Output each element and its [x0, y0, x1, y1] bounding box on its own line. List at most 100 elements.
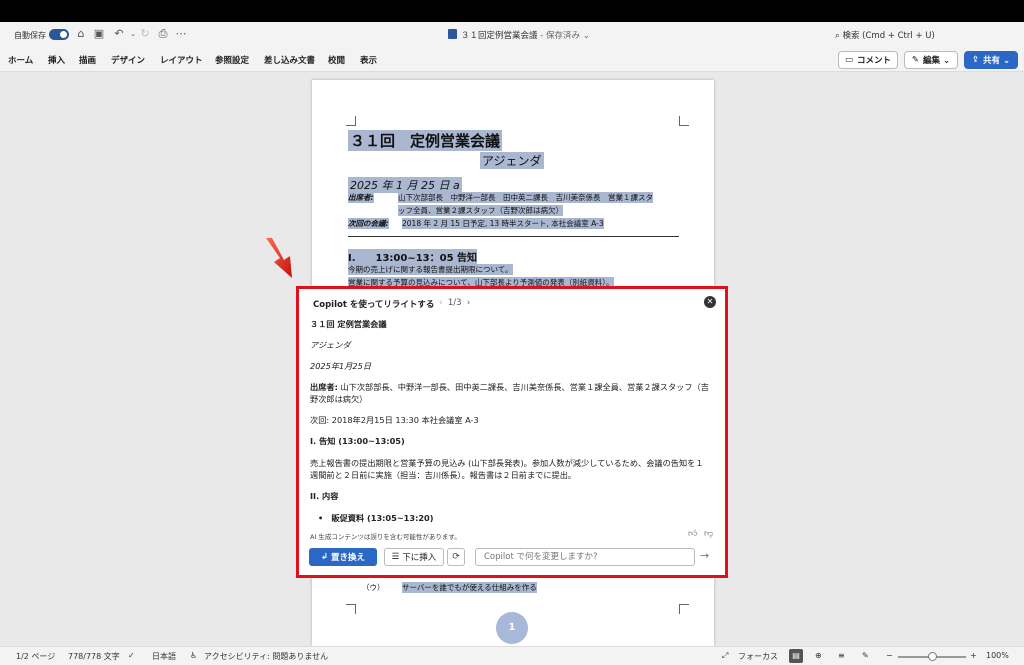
- rewrite-line: • 販促資料 (13:05~13:20): [318, 513, 434, 523]
- tab-layout[interactable]: レイアウト: [160, 54, 203, 66]
- document-title[interactable]: ３１回定例営業会議 - 保存済み ⌄: [448, 29, 590, 41]
- attendees-label: 出席者:: [310, 382, 338, 392]
- redo-icon[interactable]: ↻: [138, 27, 152, 41]
- accessibility-icon: ♿: [190, 651, 198, 660]
- edit-button[interactable]: ✎ 編集 ⌄: [904, 51, 958, 69]
- comment-label: コメント: [857, 56, 892, 66]
- rewrite-line: I. 告知 (13:00~13:05): [310, 436, 405, 446]
- insert-below-icon: ☰: [391, 552, 400, 562]
- insert-below-label: 下に挿入: [402, 553, 437, 563]
- doc-name: ３１回定例営業会議: [461, 31, 538, 41]
- search-box[interactable]: ⌕ 検索 (Cmd + Ctrl + U): [835, 29, 935, 41]
- tab-insert[interactable]: 挿入: [48, 54, 65, 66]
- draft-icon[interactable]: ✎: [862, 651, 869, 660]
- attendees-text: 山下次部部長、中野洋一部長、田中英二課長、吉川美奈係長、営業１課全員、営業２課ス…: [310, 382, 709, 404]
- language[interactable]: 日本語: [152, 651, 176, 662]
- edit-label: 編集 ⌄: [923, 56, 951, 66]
- insert-below-button[interactable]: ☰ 下に挿入: [384, 548, 444, 566]
- word-doc-icon: [448, 29, 457, 39]
- tab-mailings[interactable]: 差し込み文書: [264, 54, 315, 66]
- share-button[interactable]: ⇪ 共有 ⌄: [964, 51, 1018, 69]
- regenerate-icon[interactable]: ⟳: [447, 548, 465, 566]
- home-icon[interactable]: ⌂: [74, 27, 88, 41]
- proofing-icon[interactable]: ✓: [128, 651, 135, 660]
- zoom-level[interactable]: 100%: [986, 651, 1009, 660]
- rewrite-line: 売上報告書の提出期限と営業予算の見込み (山下部長発表)。参加人数が減少している…: [310, 458, 704, 480]
- chevron-left-icon[interactable]: ‹: [439, 298, 442, 308]
- copilot-title: Copilot を使ってリライトする: [313, 300, 435, 310]
- autosave-label: 自動保存: [14, 31, 46, 40]
- replace-button[interactable]: ↲ 置き換え: [309, 548, 377, 566]
- copilot-pager: ‹ 1/3 ›: [439, 298, 470, 308]
- red-arrow-icon: [266, 238, 292, 278]
- copilot-rewrite-panel: Copilot を使ってリライトする ‹ 1/3 › ✕ ３１回 定例営業会議 …: [296, 286, 728, 578]
- replace-label: 置き換え: [331, 553, 366, 563]
- comment-button[interactable]: ▭ コメント: [838, 51, 898, 69]
- tab-review[interactable]: 校閲: [328, 54, 345, 66]
- section1-heading: I. 13:00~13：05 告知: [348, 249, 478, 264]
- page-count[interactable]: 1/2 ページ: [16, 651, 55, 662]
- status-bar: 1/2 ページ 778/778 文字 ✓ 日本語 ♿ アクセシビリティ: 問題あ…: [0, 646, 1024, 665]
- attendees-label: 出席者:: [348, 192, 374, 203]
- tab-draw[interactable]: 描画: [79, 54, 96, 66]
- rewrite-line: 出席者: 山下次部部長、中野洋一部長、田中英二課長、吉川美奈係長、営業１課全員、…: [310, 381, 710, 405]
- list-item-text: サーバーを誰でもが使える仕組みを作る: [402, 582, 537, 593]
- thumbs-down-icon[interactable]: 👎︎: [704, 529, 713, 539]
- tab-home[interactable]: ホーム: [8, 54, 33, 66]
- close-icon[interactable]: ✕: [704, 296, 716, 308]
- undo-icon[interactable]: ↶: [112, 27, 126, 41]
- thumbs-up-icon[interactable]: 👍︎: [688, 529, 697, 539]
- margin-mark: [346, 116, 356, 126]
- share-icon: ⇪: [971, 55, 980, 65]
- rewrite-line: ３１回 定例営業会議: [310, 319, 387, 329]
- save-icon[interactable]: ▣: [92, 27, 106, 41]
- web-layout-icon[interactable]: ⊕: [815, 651, 822, 660]
- autosave-toggle[interactable]: [49, 29, 69, 40]
- rewrite-line: 次回: 2018年2月15日 13:30 本社会議室 A-3: [310, 415, 479, 425]
- tab-view[interactable]: 表示: [360, 54, 377, 66]
- doc-subheading: アジェンダ: [480, 152, 544, 169]
- outline-icon[interactable]: ≡: [838, 651, 845, 660]
- tab-references[interactable]: 参照設定: [215, 54, 249, 66]
- margin-mark: [679, 116, 689, 126]
- focus-icon: ⤢: [722, 651, 729, 660]
- zoom-out-icon[interactable]: −: [886, 651, 893, 660]
- accessibility-status[interactable]: アクセシビリティ: 問題ありません: [204, 651, 328, 662]
- print-layout-icon[interactable]: ▤: [789, 649, 803, 663]
- focus-mode[interactable]: フォーカス: [738, 651, 778, 662]
- more-icon[interactable]: ⋯: [174, 27, 188, 41]
- copilot-prompt-input[interactable]: [475, 548, 695, 566]
- doc-date: 2025 年 1 月 25 日 a: [348, 177, 462, 193]
- tab-design[interactable]: デザイン: [111, 54, 145, 66]
- rewrite-line: アジェンダ: [310, 340, 351, 350]
- margin-mark: [346, 604, 356, 614]
- print-icon[interactable]: ⎙: [156, 27, 170, 41]
- comment-icon: ▭: [844, 55, 853, 65]
- attendees-line1: 山下次部部長 中野洋一部長 田中英二課長 吉川美奈係長 営業１課スタ: [398, 192, 653, 203]
- ribbon-tabs: ホーム 挿入 描画 デザイン レイアウト 参照設定 差し込み文書 校閲 表示 ▭…: [0, 48, 1024, 72]
- ai-disclaimer: AI 生成コンテンツは誤りを含む可能性があります。: [310, 533, 461, 541]
- replace-icon: ↲: [320, 552, 329, 562]
- doc-heading: ３１回 定例営業会議: [348, 130, 503, 151]
- share-label: 共有 ⌄: [983, 56, 1011, 66]
- page-number-badge: 1: [496, 612, 528, 644]
- rewrite-line: 2025年1月25日: [310, 361, 372, 371]
- next-meeting-value: 2018 年 2 月 15 日予定, 13 時半スタート, 本社会議室 A-3: [402, 218, 604, 229]
- pencil-icon: ✎: [911, 55, 920, 65]
- attendees-line2: ッフ全員、営業２課スタッフ（吉野次郎は病欠）: [398, 205, 563, 216]
- list-item-label: （ウ）: [362, 583, 385, 592]
- saved-status: - 保存済み ⌄: [537, 31, 590, 41]
- rewrite-line: II. 内容: [310, 491, 339, 501]
- zoom-in-icon[interactable]: +: [970, 651, 977, 660]
- title-bar: 自動保存 ⌂ ▣ ↶ ⌄ ↻ ⎙ ⋯ ３１回定例営業会議 - 保存済み ⌄ ⌕ …: [0, 22, 1024, 48]
- zoom-slider-knob[interactable]: [928, 652, 937, 661]
- margin-mark: [679, 604, 689, 614]
- word-count[interactable]: 778/778 文字: [68, 651, 120, 662]
- pager-count: 1/3: [447, 298, 462, 308]
- search-placeholder: 検索 (Cmd + Ctrl + U): [842, 31, 935, 41]
- section1-line1: 今期の売上げに関する報告書提出期限について。: [348, 264, 513, 275]
- send-arrow-icon[interactable]: →: [700, 549, 709, 562]
- system-menu-bar: [0, 0, 1024, 22]
- next-meeting-label: 次回の会議:: [348, 218, 389, 229]
- chevron-right-icon[interactable]: ›: [467, 298, 470, 308]
